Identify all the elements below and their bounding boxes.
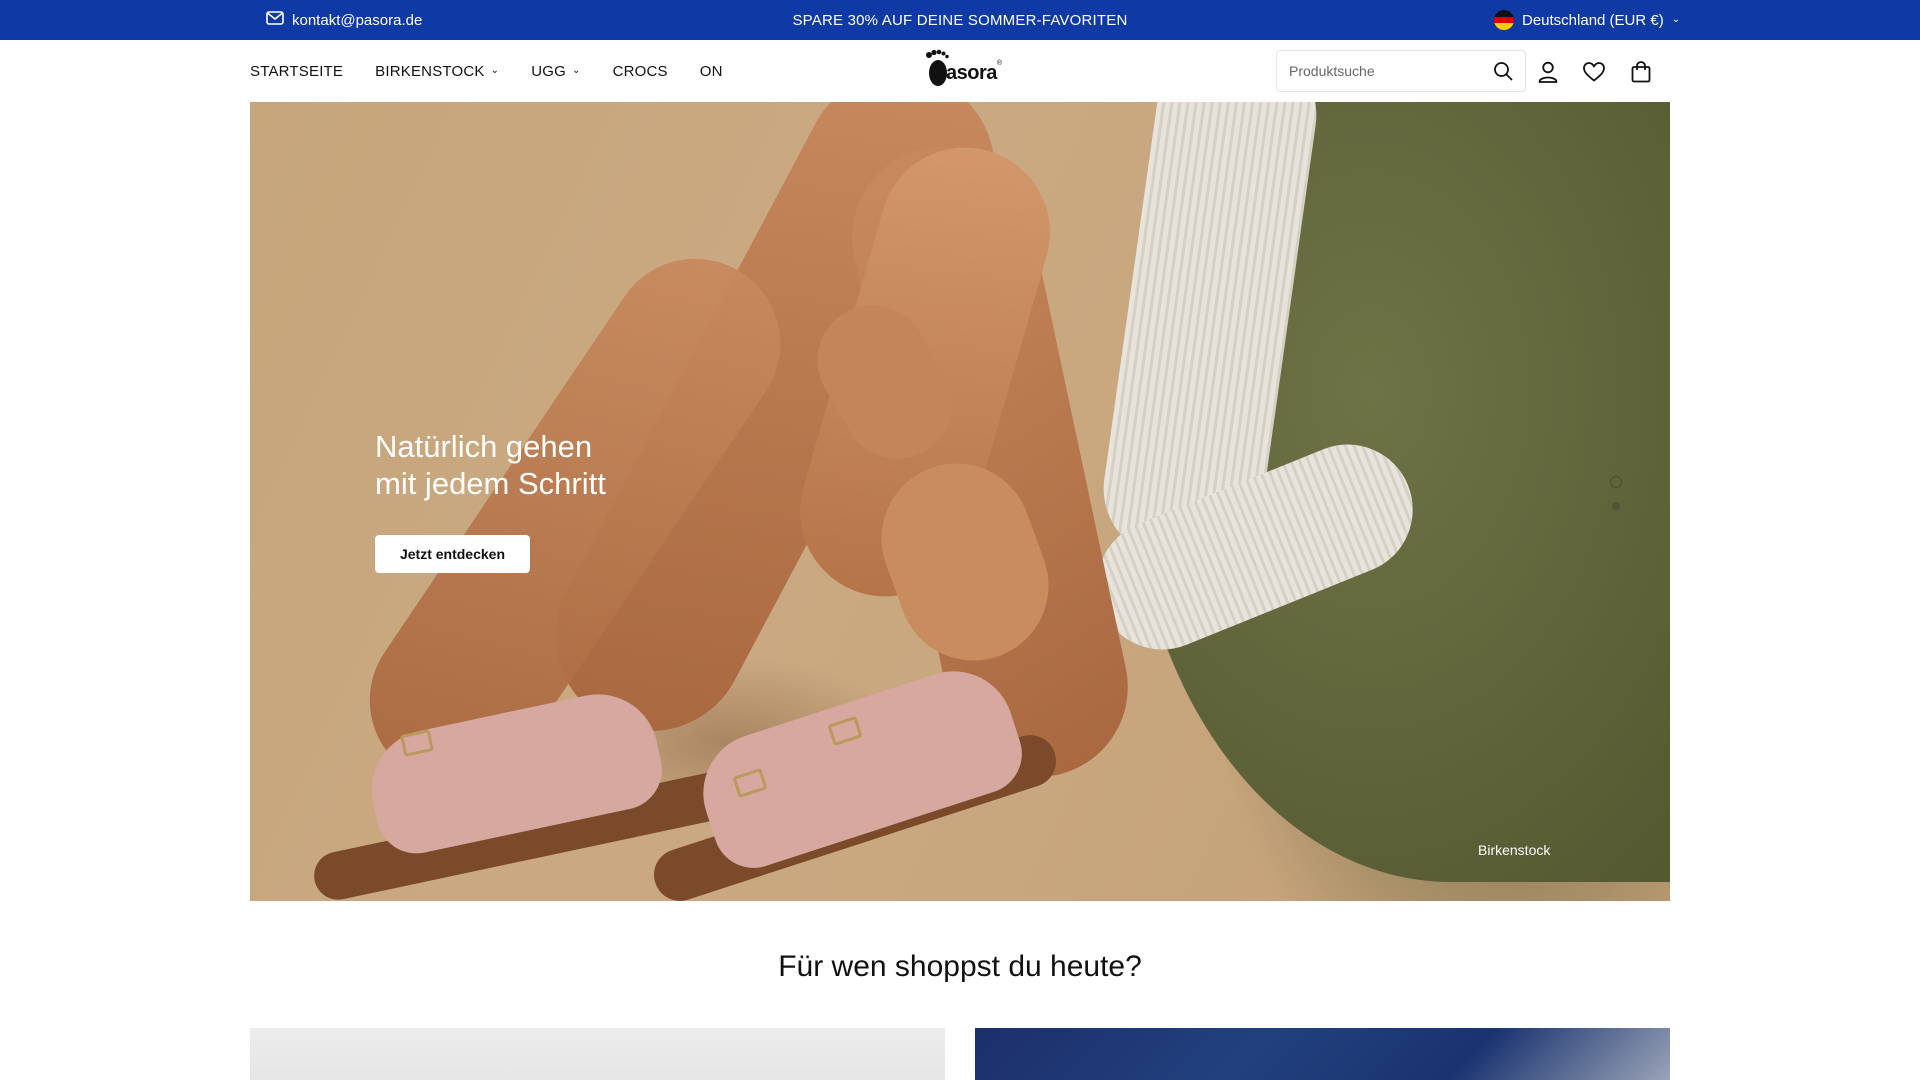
wishlist-heart-icon[interactable] <box>1581 59 1607 85</box>
product-search <box>1276 50 1526 92</box>
locale-label: Deutschland (EUR €) <box>1522 11 1664 29</box>
hero-brand-caption: Birkenstock <box>1478 842 1551 858</box>
germany-flag-icon <box>1494 10 1514 30</box>
chevron-down-icon: ⌄ <box>490 64 500 76</box>
search-input[interactable] <box>1289 63 1493 79</box>
nav-item-label: BIRKENSTOCK <box>375 62 485 80</box>
hero-title-line-1: Natürlich gehen <box>375 429 593 464</box>
nav-item-birkenstock[interactable]: BIRKENSTOCK ⌄ <box>375 63 499 80</box>
slider-dot-1[interactable] <box>1610 476 1622 488</box>
slider-pagination <box>1610 476 1622 510</box>
hero-title-line-2: mit jedem Schritt <box>375 466 606 501</box>
logo-wordmark: asora <box>946 61 997 84</box>
hero-title: Natürlich gehen mit jedem Schritt <box>375 428 606 502</box>
slider-dot-2[interactable] <box>1612 502 1620 510</box>
category-tile-left[interactable] <box>250 1028 945 1080</box>
chevron-down-icon: ⌄ <box>571 64 581 76</box>
section-heading: Für wen shoppst du heute? <box>778 950 1142 983</box>
nav-item-label: UGG <box>531 62 566 80</box>
account-icon[interactable] <box>1535 59 1561 85</box>
discover-now-button[interactable]: Jetzt entdecken <box>375 535 530 573</box>
contact-email-link[interactable]: kontakt@pasora.de <box>266 0 422 40</box>
announcement-bar: kontakt@pasora.de SPARE 30% AUF DEINE SO… <box>0 0 1920 40</box>
chevron-down-icon: ⌄ <box>1671 13 1681 25</box>
hero-banner[interactable]: Natürlich gehen mit jedem Schritt Jetzt … <box>250 102 1670 901</box>
site-header: STARTSEITE BIRKENSTOCK ⌄ UGG ⌄ CROCS ON <box>0 40 1920 102</box>
nav-item-label: CROCS <box>612 62 668 80</box>
logo-registered-mark: ® <box>996 59 1003 67</box>
search-icon[interactable] <box>1493 61 1513 81</box>
cart-bag-icon[interactable] <box>1628 59 1654 85</box>
nav-item-startseite[interactable]: STARTSEITE <box>250 63 343 80</box>
pasora-logo[interactable]: asora ® <box>924 49 1003 90</box>
mail-icon <box>266 11 284 29</box>
nav-item-label: STARTSEITE <box>250 62 344 80</box>
nav-item-label: ON <box>699 62 723 80</box>
locale-selector[interactable]: Deutschland (EUR €) ⌄ <box>1494 0 1680 40</box>
main-navigation: STARTSEITE BIRKENSTOCK ⌄ UGG ⌄ CROCS ON <box>250 40 723 102</box>
contact-email-text: kontakt@pasora.de <box>292 11 423 29</box>
nav-item-ugg[interactable]: UGG ⌄ <box>531 63 580 80</box>
nav-item-crocs[interactable]: CROCS <box>613 63 668 80</box>
nav-item-on[interactable]: ON <box>700 63 723 80</box>
category-tile-right[interactable] <box>975 1028 1670 1080</box>
